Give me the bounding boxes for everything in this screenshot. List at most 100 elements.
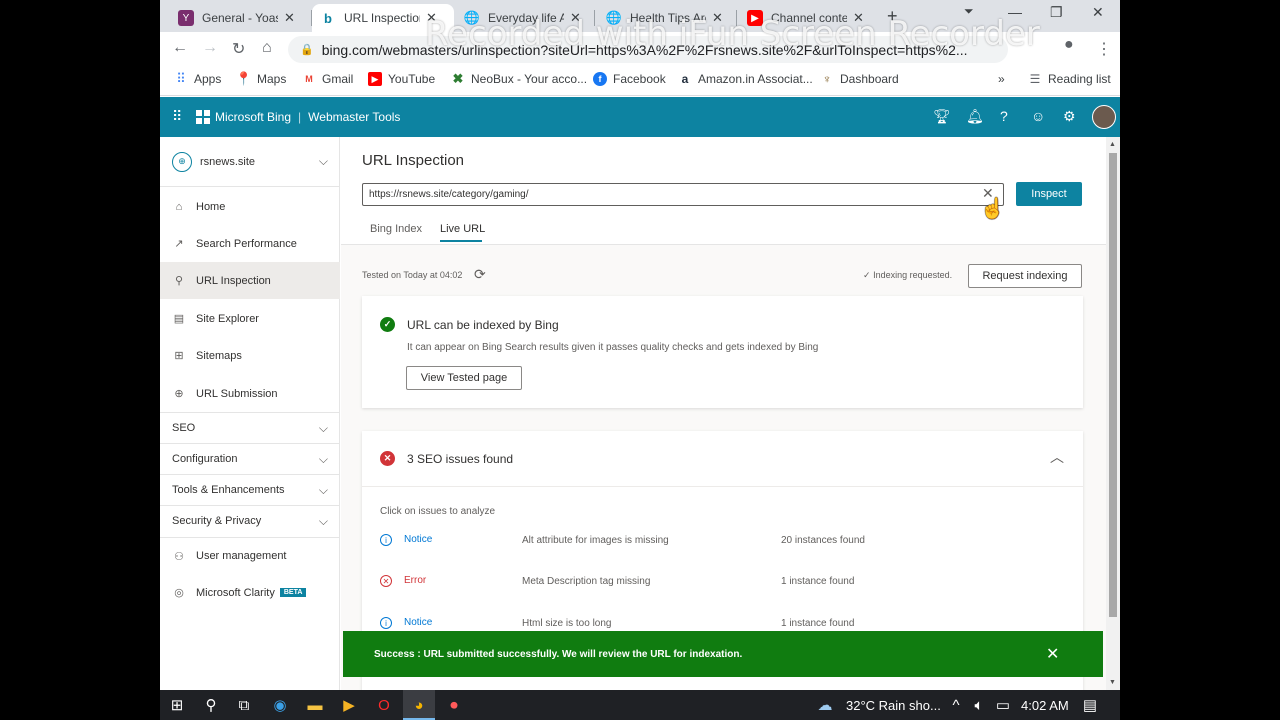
url-input[interactable]: https://rsnews.site/category/gaming/ bbox=[362, 183, 1004, 206]
bookmark-facebook[interactable]: f Facebook bbox=[593, 72, 666, 86]
browser-window: Y General - Yoast SEO ✕ b URL Inspection… bbox=[160, 0, 1120, 690]
window-close-button[interactable]: ✕ bbox=[1092, 4, 1104, 21]
address-bar[interactable]: 🔒 bing.com/webmasters/urlinspection?site… bbox=[288, 36, 1008, 63]
feedback-icon[interactable]: ☺ bbox=[1031, 108, 1045, 124]
tab-youtube[interactable]: ▶ Channel content - YouTube ✕ bbox=[739, 4, 872, 32]
chrome-icon[interactable]: ◕ bbox=[409, 695, 429, 715]
app-launcher-icon[interactable]: ⠿ bbox=[172, 108, 182, 125]
reading-list-label: Reading list bbox=[1048, 72, 1111, 86]
profile-avatar[interactable]: ● bbox=[1064, 36, 1074, 54]
opera-icon[interactable]: O bbox=[374, 695, 394, 715]
chevron-up-icon[interactable]: ^ bbox=[946, 695, 966, 715]
new-tab-button[interactable]: + bbox=[887, 6, 898, 27]
windows-start-icon[interactable]: ⊞ bbox=[167, 695, 187, 715]
weather-text[interactable]: 32°C Rain sho... bbox=[846, 698, 941, 713]
issues-hint: Click on issues to analyze bbox=[380, 506, 496, 517]
close-icon[interactable]: ✕ bbox=[1046, 644, 1059, 664]
bookmark-neobux[interactable]: ✖ NeoBux - Your acco... bbox=[451, 71, 588, 86]
screen-recorder-icon[interactable]: ⏺ bbox=[444, 695, 464, 715]
scrollbar[interactable]: ▲ ▼ bbox=[1106, 137, 1120, 690]
sidebar-item-home[interactable]: ⌂ Home bbox=[160, 188, 340, 225]
sidebar-item-url-submission[interactable]: ⊕ URL Submission bbox=[160, 375, 340, 412]
view-tested-page-button[interactable]: View Tested page bbox=[406, 366, 522, 390]
sidebar-item-sitemaps[interactable]: ⊞ Sitemaps bbox=[160, 337, 340, 374]
tab-everyday[interactable]: 🌐 Everyday life Archives ✕ bbox=[456, 4, 589, 32]
sidebar-item-user-management[interactable]: ⚇ User management bbox=[160, 537, 340, 574]
sidebar-group-tools[interactable]: Tools & Enhancements ⌵ bbox=[160, 474, 340, 505]
sidebar-group-seo[interactable]: SEO ⌵ bbox=[160, 412, 340, 443]
weather-icon[interactable]: ☁ bbox=[815, 695, 835, 715]
forward-icon[interactable]: → bbox=[202, 39, 218, 57]
tab-yoast[interactable]: Y General - Yoast SEO ✕ bbox=[170, 4, 303, 32]
refresh-icon[interactable]: ⟳ bbox=[474, 266, 486, 283]
scroll-thumb[interactable] bbox=[1109, 153, 1117, 617]
task-view-icon[interactable]: ⧉ bbox=[234, 695, 254, 715]
bookmark-dashboard[interactable]: ♆ Dashboard bbox=[820, 72, 899, 86]
sidebar-group-security[interactable]: Security & Privacy ⌵ bbox=[160, 505, 340, 536]
edge-icon[interactable]: ◉ bbox=[270, 695, 290, 715]
bookmark-apps[interactable]: ⠿ Apps bbox=[174, 71, 221, 86]
minimize-button[interactable]: — bbox=[1008, 4, 1022, 20]
back-icon[interactable]: ← bbox=[172, 39, 188, 57]
bell-icon[interactable]: 🔔︎ bbox=[966, 108, 984, 125]
sidebar-group-label: Tools & Enhancements bbox=[172, 484, 285, 496]
bookmark-amazon[interactable]: a Amazon.in Associat... bbox=[678, 72, 813, 86]
file-explorer-icon[interactable]: ▬ bbox=[305, 695, 325, 715]
bing-logo[interactable]: Microsoft Bing | Webmaster Tools bbox=[196, 110, 400, 124]
gear-icon[interactable]: ⚙ bbox=[1063, 108, 1076, 125]
media-player-icon[interactable]: ▶ bbox=[339, 695, 359, 715]
notifications-icon[interactable]: ▤ bbox=[1080, 695, 1100, 715]
indexability-card: ✓ URL can be indexed by Bing It can appe… bbox=[362, 296, 1083, 408]
scroll-up-icon[interactable]: ▲ bbox=[1109, 141, 1116, 148]
trophy-icon[interactable]: 🏆︎ bbox=[933, 108, 951, 125]
success-toast: Success : URL submitted successfully. We… bbox=[343, 631, 1103, 677]
network-icon[interactable]: ▭ bbox=[993, 695, 1013, 715]
reload-icon[interactable]: ↻ bbox=[232, 39, 245, 59]
microsoft-logo-icon bbox=[196, 110, 210, 124]
sidebar-item-url-inspection[interactable]: ⚲ URL Inspection bbox=[160, 262, 340, 299]
close-icon[interactable]: ✕ bbox=[284, 10, 295, 26]
search-icon[interactable]: ⚲ bbox=[201, 695, 221, 715]
issue-row[interactable]: i Notice Alt attribute for images is mis… bbox=[362, 532, 1083, 552]
chevron-up-icon[interactable]: ︿ bbox=[1050, 447, 1064, 467]
volume-icon[interactable]: 🔈︎ bbox=[969, 695, 989, 715]
close-icon[interactable]: ✕ bbox=[426, 10, 437, 26]
document-icon: ▤ bbox=[173, 313, 185, 325]
tab-health[interactable]: 🌐 Health Tips Archives ✕ bbox=[598, 4, 731, 32]
reading-list-button[interactable]: ☰ Reading list bbox=[1028, 72, 1111, 86]
avatar[interactable] bbox=[1092, 105, 1116, 129]
more-bookmarks-label: » bbox=[998, 72, 1005, 86]
chevron-down-icon: ⌵ bbox=[318, 513, 328, 528]
close-icon[interactable]: ✕ bbox=[712, 10, 723, 26]
request-indexing-button[interactable]: Request indexing bbox=[968, 264, 1082, 288]
clarity-icon: ◎ bbox=[174, 587, 184, 599]
home-icon[interactable]: ⌂ bbox=[262, 39, 272, 57]
close-icon[interactable]: ✕ bbox=[570, 10, 581, 26]
sidebar-item-label: Microsoft Clarity bbox=[196, 586, 275, 599]
bookmark-gmail[interactable]: M Gmail bbox=[302, 72, 353, 86]
tab-search-icon[interactable]: ⏷ bbox=[964, 4, 974, 19]
more-bookmarks-button[interactable]: » bbox=[998, 72, 1005, 86]
help-icon[interactable]: ? bbox=[1000, 108, 1008, 124]
tab-bing-index[interactable]: Bing Index bbox=[370, 223, 422, 235]
issue-row[interactable]: ✕ Error Meta Description tag missing 1 i… bbox=[362, 573, 1083, 593]
bookmark-maps[interactable]: 📍 Maps bbox=[236, 71, 286, 86]
close-icon[interactable]: ✕ bbox=[853, 10, 864, 26]
restore-button[interactable]: ❐ bbox=[1050, 4, 1063, 21]
sidebar-item-clarity[interactable]: ◎ Microsoft Clarity BETA bbox=[160, 574, 340, 611]
clock[interactable]: 4:02 AM bbox=[1021, 698, 1069, 713]
menu-icon[interactable]: ⋮ bbox=[1096, 39, 1112, 59]
scroll-down-icon[interactable]: ▼ bbox=[1109, 679, 1116, 686]
sidebar-item-site-explorer[interactable]: ▤ Site Explorer bbox=[160, 300, 340, 337]
sidebar-item-label: Site Explorer bbox=[196, 312, 259, 325]
bookmark-youtube[interactable]: ▶ YouTube bbox=[368, 72, 435, 86]
tab-live-url[interactable]: Live URL bbox=[440, 223, 485, 235]
site-selector[interactable]: ⊕ rsnews.site ⌵ bbox=[160, 137, 340, 187]
amazon-icon: a bbox=[681, 72, 689, 86]
sidebar-group-configuration[interactable]: Configuration ⌵ bbox=[160, 443, 340, 474]
bookmark-label: Facebook bbox=[613, 72, 666, 86]
tab-bing[interactable]: b URL Inspection - Bing ✕ bbox=[312, 4, 454, 32]
inspect-button[interactable]: Inspect bbox=[1016, 182, 1082, 206]
issue-severity: Notice bbox=[404, 617, 433, 628]
sidebar-item-search-performance[interactable]: ↗ Search Performance bbox=[160, 225, 340, 262]
